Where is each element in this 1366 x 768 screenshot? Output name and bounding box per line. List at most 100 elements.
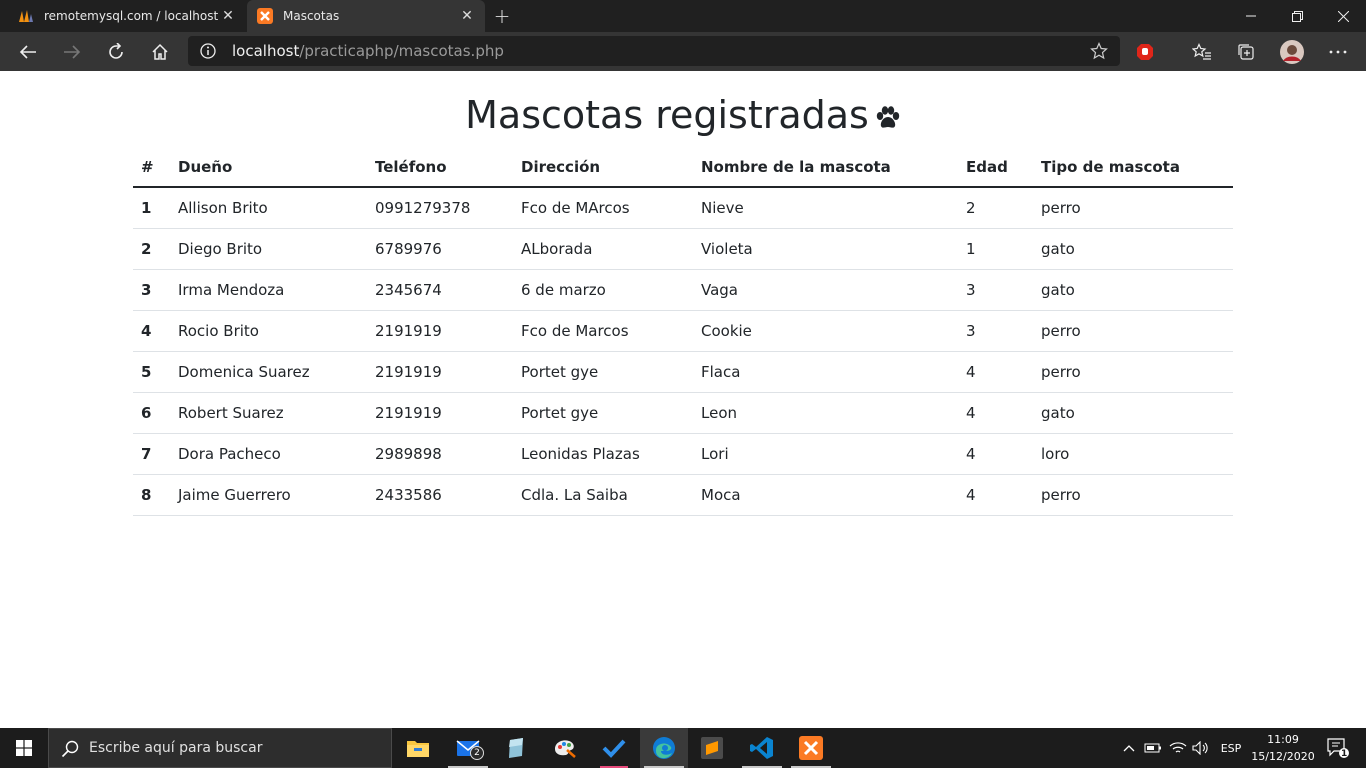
paw-icon (875, 95, 901, 128)
collections-icon[interactable] (1230, 36, 1262, 68)
mail-taskbar-icon[interactable]: 2 (444, 728, 492, 768)
table-cell: 4 (958, 392, 1033, 434)
new-tab-button[interactable]: + (490, 4, 514, 28)
start-button[interactable] (0, 728, 48, 768)
table-row: 5 Domenica Suarez 2191919 Portet gye Fla… (133, 351, 1233, 393)
search-icon (61, 740, 79, 758)
table-cell: ALborada (513, 228, 693, 270)
table-cell: Portet gye (513, 351, 693, 393)
windows-taskbar: Escribe aquí para buscar 2 ESP 11:09 15/… (0, 728, 1366, 768)
table-cell: Lori (693, 433, 958, 475)
address-bar[interactable]: localhost/practicaphp/mascotas.php (188, 36, 1120, 66)
table-cell: 6 de marzo (513, 269, 693, 311)
more-menu-icon[interactable] (1322, 36, 1354, 68)
table-cell: perro (1033, 187, 1233, 229)
edge-taskbar-icon[interactable] (640, 728, 688, 768)
app-taskbar-icon[interactable] (492, 728, 540, 768)
tab-remotemysql[interactable]: remotemysql.com / localhost / 6 ✕ (0, 0, 246, 32)
table-cell: Domenica Suarez (170, 351, 367, 393)
home-button[interactable] (144, 36, 176, 68)
table-cell: Flaca (693, 351, 958, 393)
table-cell: gato (1033, 228, 1233, 270)
table-header-row: # Dueño Teléfono Dirección Nombre de la … (133, 147, 1233, 188)
wifi-icon[interactable] (1166, 728, 1190, 768)
table-cell: loro (1033, 433, 1233, 475)
paint-taskbar-icon[interactable] (541, 728, 589, 768)
close-tab-icon[interactable]: ✕ (459, 8, 475, 24)
table-cell: 2 (958, 187, 1033, 229)
table-row: 6 Robert Suarez 2191919 Portet gye Leon … (133, 392, 1233, 434)
system-clock[interactable]: 11:09 15/12/2020 (1250, 731, 1316, 765)
table-cell: 3 (958, 269, 1033, 311)
favorites-icon[interactable] (1186, 36, 1218, 68)
search-placeholder: Escribe aquí para buscar (89, 740, 263, 756)
table-cell: 4 (958, 474, 1033, 516)
table-cell: Allison Brito (170, 187, 367, 229)
table-cell: Dora Pacheco (170, 433, 367, 475)
table-row: 4 Rocio Brito 2191919 Fco de Marcos Cook… (133, 310, 1233, 352)
table-cell: Fco de Marcos (513, 310, 693, 352)
table-cell: 2433586 (367, 474, 513, 516)
file-explorer-taskbar-icon[interactable] (394, 728, 442, 768)
volume-icon[interactable] (1190, 728, 1212, 768)
tab-mascotas[interactable]: Mascotas ✕ (247, 0, 485, 32)
sublime-text-taskbar-icon[interactable] (688, 728, 736, 768)
forward-button[interactable] (56, 36, 88, 68)
table-cell: Fco de MArcos (513, 187, 693, 229)
table-cell: 2191919 (367, 310, 513, 352)
table-cell: 7 (133, 433, 170, 475)
table-cell: 1 (133, 187, 170, 229)
close-window-button[interactable] (1320, 0, 1366, 32)
url-text: localhost/practicaphp/mascotas.php (232, 42, 504, 60)
table-cell: Jaime Guerrero (170, 474, 367, 516)
table-cell: Cookie (693, 310, 958, 352)
restore-button[interactable] (1274, 0, 1320, 32)
table-cell: 4 (958, 351, 1033, 393)
back-button[interactable] (12, 36, 44, 68)
xampp-favicon-icon (257, 8, 273, 24)
todo-taskbar-icon[interactable] (590, 728, 638, 768)
browser-toolbar: localhost/practicaphp/mascotas.php (0, 32, 1366, 71)
table-cell: Leon (693, 392, 958, 434)
table-cell: 6789976 (367, 228, 513, 270)
table-cell: 6 (133, 392, 170, 434)
clock-time: 11:09 (1267, 733, 1299, 746)
table-row: 7 Dora Pacheco 2989898 Leonidas Plazas L… (133, 433, 1233, 475)
show-hidden-icons-chevron-icon[interactable] (1118, 728, 1140, 768)
mail-unread-badge: 2 (470, 746, 484, 760)
table-cell: Cdla. La Saiba (513, 474, 693, 516)
table-cell: Rocio Brito (170, 310, 367, 352)
mascotas-table: # Dueño Teléfono Dirección Nombre de la … (133, 147, 1233, 516)
page-content: Mascotas registradas # Dueño Teléfono Di… (0, 71, 1366, 728)
table-cell: 0991279378 (367, 187, 513, 229)
refresh-button[interactable] (100, 36, 132, 68)
input-language[interactable]: ESP (1216, 728, 1246, 768)
column-header: Nombre de la mascota (693, 147, 958, 188)
notifications-icon[interactable]: 1 (1320, 728, 1356, 768)
table-cell: 2989898 (367, 433, 513, 475)
adblock-extension-icon[interactable] (1129, 36, 1161, 68)
table-cell: Vaga (693, 269, 958, 311)
table-cell: perro (1033, 310, 1233, 352)
close-tab-icon[interactable]: ✕ (220, 8, 236, 24)
favorite-star-icon[interactable] (1090, 42, 1108, 60)
battery-icon[interactable] (1142, 728, 1164, 768)
taskbar-search[interactable]: Escribe aquí para buscar (48, 728, 392, 768)
table-cell: 8 (133, 474, 170, 516)
table-cell: Leonidas Plazas (513, 433, 693, 475)
table-cell: 2191919 (367, 392, 513, 434)
profile-avatar[interactable] (1276, 36, 1308, 68)
table-cell: 2 (133, 228, 170, 270)
tab-title: Mascotas (283, 9, 340, 23)
table-cell: Violeta (693, 228, 958, 270)
table-cell: 4 (133, 310, 170, 352)
table-cell: 3 (133, 269, 170, 311)
table-cell: 2191919 (367, 351, 513, 393)
table-cell: 2345674 (367, 269, 513, 311)
vscode-taskbar-icon[interactable] (738, 728, 786, 768)
site-info-icon[interactable] (200, 43, 216, 59)
minimize-button[interactable] (1228, 0, 1274, 32)
column-header: Dirección (513, 147, 693, 188)
xampp-taskbar-icon[interactable] (787, 728, 835, 768)
table-cell: Diego Brito (170, 228, 367, 270)
